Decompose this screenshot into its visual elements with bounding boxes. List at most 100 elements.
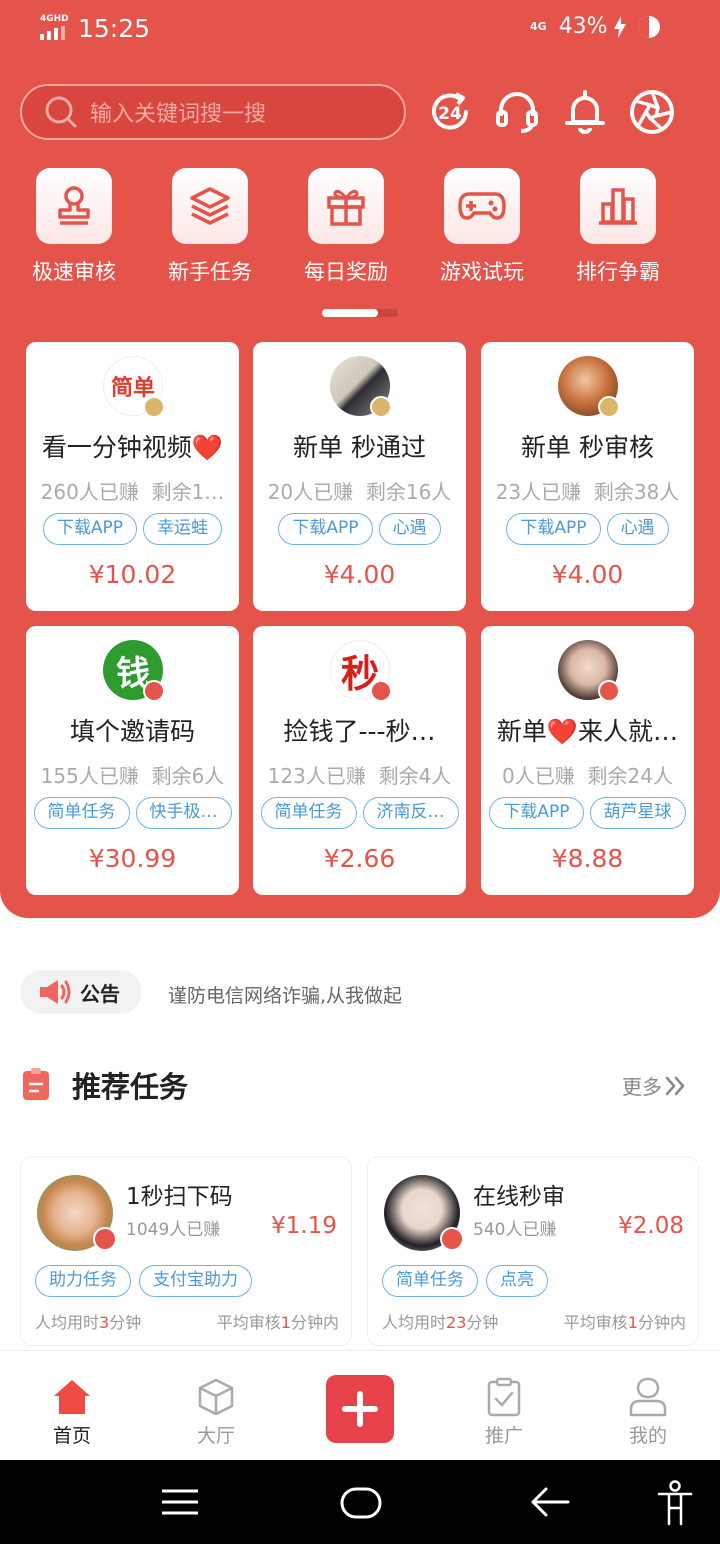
signal-icon: 4GHD: [38, 14, 72, 40]
gamepad-icon: [458, 192, 506, 220]
task-price: ¥10.02: [88, 560, 177, 589]
nav-label: 大厅: [196, 1425, 235, 1447]
notice-label: 公告: [80, 981, 120, 1006]
accessibility-icon[interactable]: [656, 1480, 694, 1526]
tag: 下载APP: [42, 513, 138, 545]
tag: 下载APP: [489, 797, 584, 829]
tag: 助力任务: [35, 1265, 131, 1297]
bell-icon[interactable]: [561, 88, 609, 136]
task-earned: 540人已赚: [473, 1220, 557, 1240]
recommend-card[interactable]: 1秒扫下码 1049人已赚 ¥1.19 助力任务 支付宝助力 人均用时3分钟 平均…: [20, 1156, 352, 1346]
nav-promote[interactable]: 推广: [459, 1377, 549, 1448]
quick-menu-pager: [322, 309, 398, 317]
avg-review: 平均审核1分钟内: [563, 1313, 686, 1332]
verified-badge-icon: [598, 680, 620, 702]
avg-review: 平均审核1分钟内: [216, 1313, 339, 1332]
task-card[interactable]: 钱 填个邀请码 155人已赚 剩余6人 简单任务 快手极… ¥30.99: [26, 626, 239, 895]
nav-label: 我的: [628, 1425, 667, 1447]
quick-item-game[interactable]: 游戏试玩: [422, 168, 542, 286]
tag: 点亮: [486, 1265, 548, 1297]
menu-icon[interactable]: [162, 1488, 198, 1516]
home-button-icon[interactable]: [340, 1487, 382, 1519]
avg-time: 人均用时23分钟: [382, 1313, 499, 1332]
task-title: 填个邀请码: [69, 717, 195, 746]
clock: 15:25: [78, 14, 151, 43]
gift-icon: [327, 189, 365, 226]
tag: 快手极…: [135, 797, 232, 829]
search-icon: [45, 96, 77, 128]
plus-icon: [342, 1391, 378, 1427]
nav-label: 首页: [52, 1425, 91, 1447]
task-price: ¥30.99: [88, 844, 177, 873]
task-card[interactable]: 秒 捡钱了---秒… 123人已赚 剩余4人 简单任务 济南反… ¥2.66: [253, 626, 466, 895]
task-title: 新单 秒通过: [293, 433, 426, 462]
task-stats: 155人已赚 剩余6人: [40, 764, 225, 788]
nav-home[interactable]: 首页: [27, 1377, 117, 1448]
network-type: 4GHD: [40, 14, 69, 24]
task-stats: 260人已赚 剩余1…: [40, 480, 225, 504]
more-link[interactable]: 更多: [622, 1071, 688, 1100]
tag: 心遇: [606, 513, 669, 545]
task-earned: 1049人已赚: [126, 1220, 221, 1240]
aperture-icon[interactable]: [628, 88, 676, 136]
back-icon[interactable]: [530, 1486, 570, 1518]
double-chevron-right-icon: [665, 1076, 685, 1095]
tag: 济南反…: [362, 797, 459, 829]
task-stats: 23人已赚 剩余38人: [495, 480, 680, 504]
quick-item-fast-review[interactable]: 极速审核: [14, 168, 134, 286]
task-name: 在线秒审: [473, 1184, 565, 1210]
tag: 支付宝助力: [139, 1265, 252, 1297]
task-card[interactable]: 新单 秒通过 20人已赚 剩余16人 下载APP 心遇 ¥4.00: [253, 342, 466, 611]
verified-badge-icon: [370, 680, 392, 702]
quick-menu: 极速审核 新手任务 每日奖励 游戏试玩 排行争霸: [0, 168, 720, 288]
task-card[interactable]: 简单 看一分钟视频❤️ 260人已赚 剩余1… 下载APP 幸运蛙 ¥10.02: [26, 342, 239, 611]
tag: 简单任务: [33, 797, 130, 829]
task-title: 新单❤️来人就…: [496, 717, 679, 746]
task-card[interactable]: 新单❤️来人就… 0人已赚 剩余24人 下载APP 葫芦星球 ¥8.88: [481, 626, 694, 895]
tag: 简单任务: [382, 1265, 478, 1297]
task-price: ¥2.66: [323, 844, 396, 873]
quick-item-daily[interactable]: 每日奖励: [286, 168, 406, 286]
quick-item-label: 每日奖励: [304, 260, 388, 284]
task-card[interactable]: 新单 秒审核 23人已赚 剩余38人 下载APP 心遇 ¥4.00: [481, 342, 694, 611]
verified-badge-icon: [143, 396, 165, 418]
task-stats: 0人已赚 剩余24人: [502, 764, 673, 788]
user-icon: [629, 1377, 667, 1417]
task-stats: 20人已赚 剩余16人: [267, 480, 452, 504]
search-bar[interactable]: 输入关键词搜一搜: [20, 84, 406, 140]
lte-indicator: 4G: [530, 19, 547, 33]
tag: 简单任务: [260, 797, 357, 829]
nav-label: 推广: [484, 1425, 523, 1447]
stamp-icon: [58, 186, 90, 225]
24h-refresh-icon[interactable]: 24: [426, 88, 474, 136]
notice-badge[interactable]: 公告: [20, 970, 142, 1014]
svg-text:24: 24: [438, 104, 462, 124]
task-title: 看一分钟视频❤️: [41, 433, 224, 462]
tag: 下载APP: [278, 513, 373, 545]
tag: 心遇: [378, 513, 441, 545]
layers-icon: [190, 187, 230, 225]
verified-badge-icon: [440, 1227, 464, 1251]
verified-badge-icon: [143, 680, 165, 702]
quick-item-label: 新手任务: [168, 260, 252, 284]
publish-button[interactable]: [326, 1375, 394, 1443]
quick-item-newbie[interactable]: 新手任务: [150, 168, 270, 286]
quick-item-label: 极速审核: [32, 260, 116, 284]
quick-item-ranking[interactable]: 排行争霸: [558, 168, 678, 286]
verified-badge-icon: [93, 1227, 117, 1251]
bottom-nav: 首页 大厅 推广 我的: [0, 1350, 720, 1460]
recommend-card[interactable]: 在线秒审 540人已赚 ¥2.08 简单任务 点亮 人均用时23分钟 平均审核1分…: [367, 1156, 699, 1346]
quick-item-label: 游戏试玩: [440, 260, 524, 284]
system-nav-bar: [0, 1460, 720, 1544]
task-price: ¥4.00: [551, 560, 624, 589]
notice-text[interactable]: 谨防电信网络诈骗,从我做起: [168, 981, 402, 1008]
task-price: ¥8.88: [551, 844, 624, 873]
quick-item-label: 排行争霸: [576, 260, 660, 284]
task-title: 新单 秒审核: [521, 433, 654, 462]
nav-mine[interactable]: 我的: [603, 1377, 693, 1448]
tag: 葫芦星球: [589, 797, 686, 829]
headset-icon[interactable]: [493, 88, 541, 136]
nav-hall[interactable]: 大厅: [171, 1377, 261, 1448]
task-price: ¥1.19: [271, 1213, 337, 1239]
bar-chart-icon: [599, 188, 637, 225]
